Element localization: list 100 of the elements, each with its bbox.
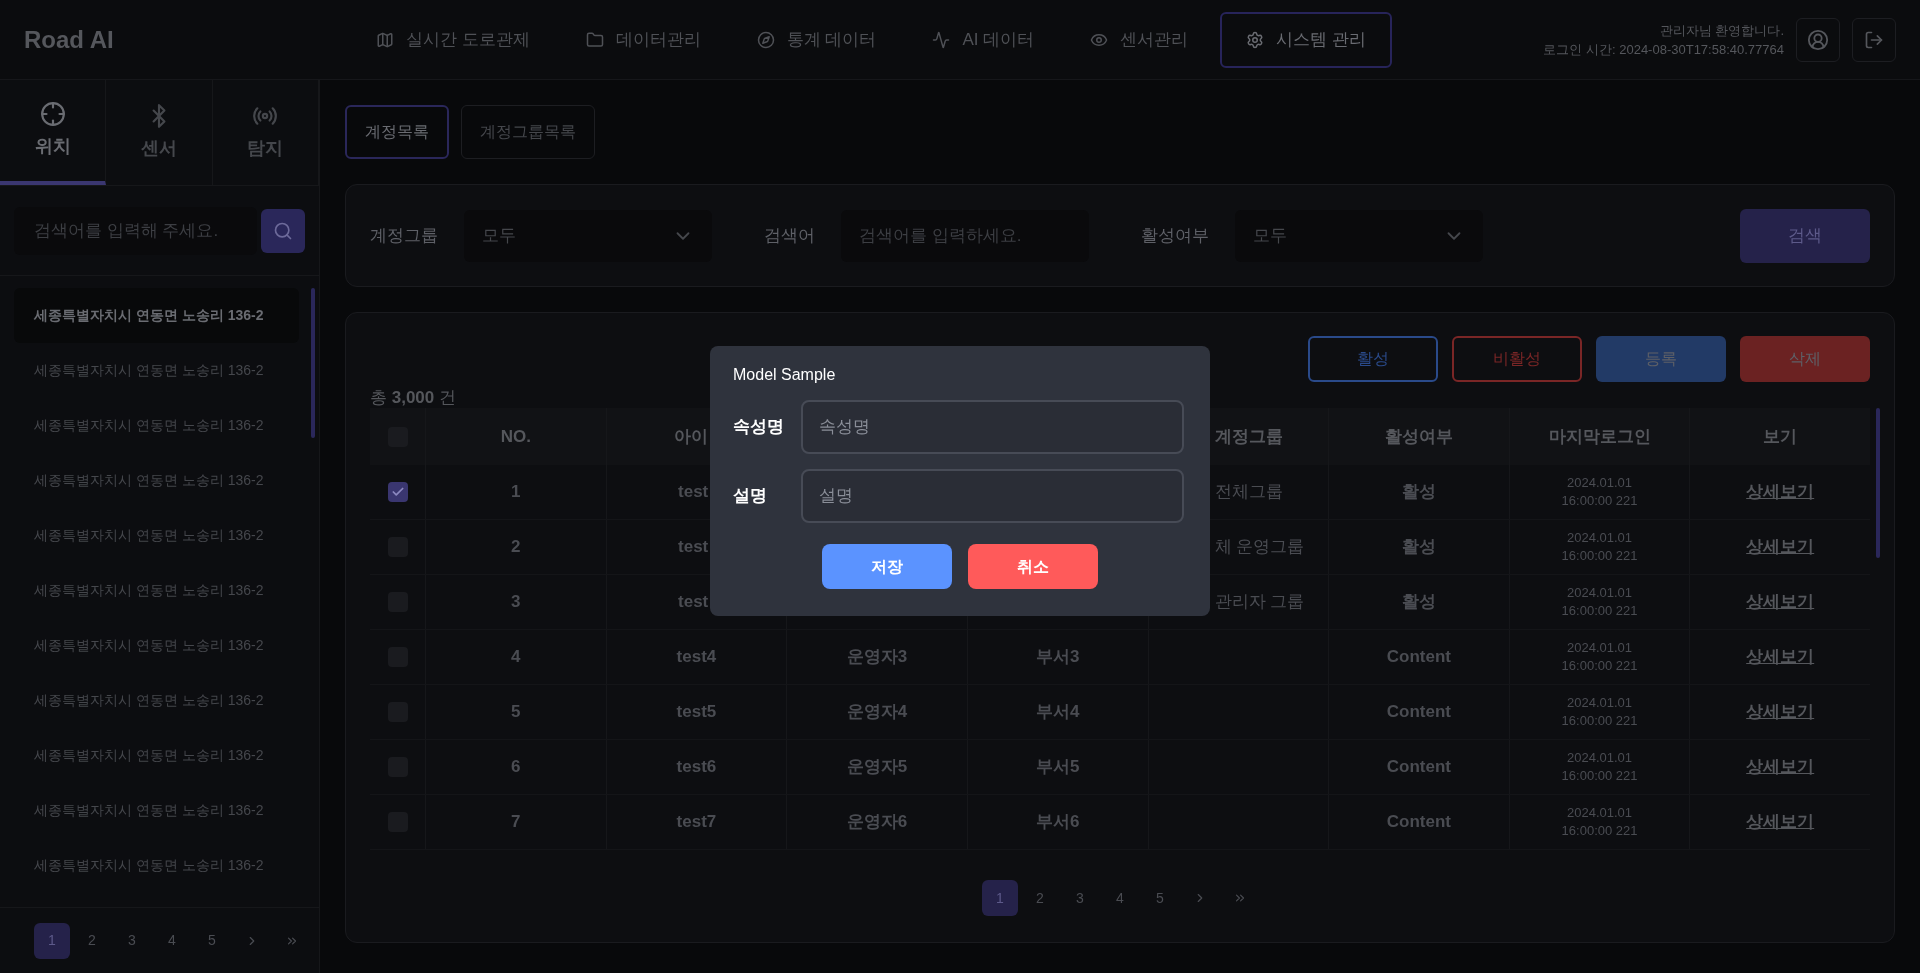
detail-link[interactable]: 상세보기 [1746, 644, 1815, 670]
table-cell: 16:00:00 221 [1561, 492, 1638, 510]
search-icon [273, 220, 293, 241]
action-button[interactable]: 삭제 [1740, 336, 1870, 382]
table-cell-text: 7 [511, 811, 521, 834]
compass-icon [756, 30, 775, 49]
text-field[interactable]: 설명 [801, 469, 1184, 523]
page-button[interactable]: 2 [1022, 880, 1058, 916]
location-item[interactable]: 세종특별자치시 연동면 노송리 136-2 [14, 728, 299, 783]
location-item[interactable]: 세종특별자치시 연동면 노송리 136-2 [14, 618, 299, 673]
detail-link[interactable]: 상세보기 [1746, 589, 1815, 615]
crosshair-icon [39, 101, 66, 127]
list-tab[interactable]: 계정그룹목록 [461, 105, 595, 159]
table-cell: 16:00:00 221 [1561, 657, 1638, 675]
column-header: NO. [500, 425, 531, 448]
page-button[interactable]: 4 [1102, 880, 1138, 916]
table-cell: 16:00:00 221 [1561, 602, 1638, 620]
detail-link[interactable]: 상세보기 [1746, 699, 1815, 725]
column-header: 보기 [1763, 425, 1798, 448]
action-button[interactable]: 등록 [1596, 336, 1726, 382]
table-cell-text: test [678, 481, 709, 504]
scrollbar[interactable] [311, 288, 315, 438]
nav-tab[interactable]: 센서관리 [1066, 11, 1213, 68]
double-chevron-right-icon [1233, 891, 1247, 905]
location-item[interactable]: 세종특별자치시 연동면 노송리 136-2 [14, 838, 299, 893]
table-cell-text: Content [1386, 701, 1452, 724]
logout-icon [1864, 29, 1884, 50]
total-count: 총 3,000 건 [370, 386, 456, 409]
page-button[interactable]: 1 [34, 922, 70, 959]
action-button[interactable]: 비활성 [1452, 336, 1582, 382]
detail-link[interactable]: 상세보기 [1746, 534, 1815, 560]
modal-title: Model Sample [733, 365, 837, 385]
table-cell-text: 부서6 [1035, 811, 1080, 834]
table-cell-text: 1 [511, 481, 521, 504]
detail-link[interactable]: 상세보기 [1746, 809, 1815, 835]
nav-tab[interactable]: 통계 데이터 [732, 11, 901, 68]
nav-tab[interactable]: 데이터관리 [561, 11, 725, 68]
table-cell: 16:00:00 221 [1561, 822, 1638, 840]
table-cell-text: 전체그룹 [1214, 481, 1283, 504]
page-button[interactable]: 2 [74, 922, 110, 959]
table-cell: 16:00:00 221 [1561, 712, 1638, 730]
table-cell-text: 관리자 그룹 [1214, 591, 1305, 614]
page-button[interactable]: 1 [982, 880, 1018, 916]
table-cell: 16:00:00 221 [1561, 547, 1638, 565]
text-field[interactable]: 속성명 [801, 400, 1184, 454]
checkbox[interactable] [387, 482, 408, 502]
scrollbar[interactable] [1876, 408, 1880, 558]
action-button[interactable]: 활성 [1308, 336, 1438, 382]
detail-link[interactable]: 상세보기 [1746, 479, 1815, 505]
detail-link[interactable]: 상세보기 [1746, 754, 1815, 780]
table-cell: 2024.01.01 [1567, 529, 1633, 547]
login-time: 로그인 시간: 2024-08-30T17:58:40.77764 [1543, 40, 1784, 59]
modal-button[interactable]: 취소 [968, 544, 1098, 589]
column-header: 아이 [674, 425, 709, 448]
page-button[interactable]: 4 [154, 922, 190, 959]
table-cell-text: 운영자3 [846, 646, 908, 669]
location-item[interactable]: 세종특별자치시 연동면 노송리 136-2 [14, 508, 299, 563]
table-cell-text: 운영자6 [846, 811, 908, 834]
table-cell-text: 3 [511, 591, 521, 614]
select-field[interactable]: 모두 [1235, 209, 1483, 262]
table-cell-text: 운영자4 [846, 701, 908, 724]
location-item[interactable]: 세종특별자치시 연동면 노송리 136-2 [14, 453, 299, 508]
column-header: 마지막로그인 [1548, 425, 1651, 448]
sidebar-tab[interactable]: 센서 [106, 80, 213, 185]
table-cell-text: 활성 [1401, 481, 1436, 504]
nav-tab[interactable]: 실시간 도로관제 [352, 11, 554, 68]
location-item[interactable]: 세종특별자치시 연동면 노송리 136-2 [14, 288, 299, 343]
table-cell-text: 부서5 [1035, 756, 1080, 779]
page-button[interactable]: 3 [114, 922, 150, 959]
page-button[interactable]: 5 [194, 922, 230, 959]
table-cell-text: 4 [511, 646, 521, 669]
search-button[interactable]: 검색 [1740, 208, 1870, 263]
table-cell-text: 활성 [1401, 536, 1436, 559]
table-cell: 16:00:00 221 [1561, 767, 1638, 785]
sidebar-tab[interactable]: 위치 [0, 80, 107, 185]
location-item[interactable]: 세종특별자치시 연동면 노송리 136-2 [14, 398, 299, 453]
location-item[interactable]: 세종특별자치시 연동면 노송리 136-2 [14, 563, 299, 618]
table-cell-text: test5 [676, 701, 717, 724]
table-cell-text: 6 [511, 756, 521, 779]
table-cell-text: test [678, 591, 709, 614]
location-item[interactable]: 세종특별자치시 연동면 노송리 136-2 [14, 343, 299, 398]
search-button[interactable] [261, 208, 305, 253]
list-tab[interactable]: 계정목록 [345, 105, 449, 159]
column-header: 활성여부 [1384, 425, 1453, 448]
logout-button[interactable] [1852, 17, 1896, 62]
location-item[interactable]: 세종특별자치시 연동면 노송리 136-2 [14, 783, 299, 838]
table-cell-text: 5 [511, 701, 521, 724]
select-field[interactable]: 모두 [464, 209, 712, 262]
nav-tab[interactable]: 시스템 관리 [1220, 11, 1392, 68]
sidebar-tab[interactable]: 탐지 [212, 80, 319, 185]
page-button[interactable]: 5 [1142, 880, 1178, 916]
profile-button[interactable] [1796, 17, 1840, 62]
table-cell-text: test7 [676, 811, 717, 834]
logo: Road AI [24, 24, 115, 55]
modal-button[interactable]: 저장 [822, 544, 952, 589]
page-button[interactable]: 3 [1062, 880, 1098, 916]
welcome-text: 관리자님 환영합니다. [1659, 21, 1784, 40]
nav-tab[interactable]: AI 데이터 [908, 11, 1059, 68]
location-item[interactable]: 세종특별자치시 연동면 노송리 136-2 [14, 673, 299, 728]
table-cell-text: test6 [676, 756, 717, 779]
